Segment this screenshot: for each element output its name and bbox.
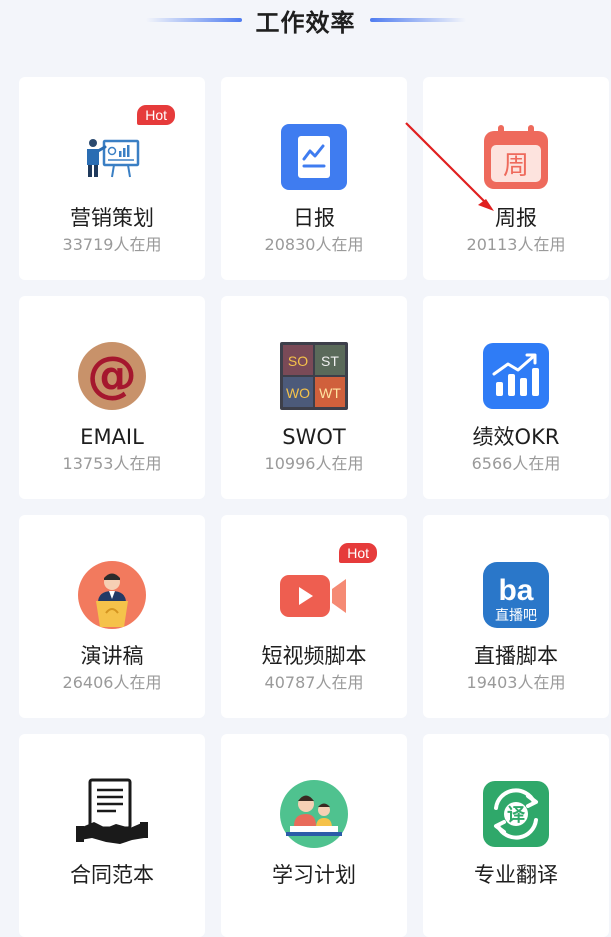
tool-card-translate[interactable]: 译 专业翻译 (423, 734, 609, 937)
video-camera-icon (278, 559, 350, 631)
tool-grid: Hot 营销策划 33719人在用 日报 20830人在用 周 周报 20113… (19, 77, 609, 937)
tool-name: 演讲稿 (80, 644, 144, 668)
contract-handshake-icon (76, 778, 148, 850)
tool-user-count: 20113人在用 (466, 235, 566, 254)
calendar-icon-text: 周 (503, 151, 529, 181)
tool-user-count: 26406人在用 (62, 673, 162, 692)
translate-icon-text: 译 (507, 805, 526, 826)
tool-card-marketing[interactable]: Hot 营销策划 33719人在用 (19, 77, 205, 280)
tool-card-okr[interactable]: 绩效OKR 6566人在用 (423, 296, 609, 499)
tool-name: 短视频脚本 (261, 644, 367, 668)
tool-card-speech[interactable]: 演讲稿 26406人在用 (19, 515, 205, 718)
daily-report-icon (278, 121, 350, 193)
speaker-podium-icon (76, 559, 148, 631)
growth-chart-icon (480, 340, 552, 412)
tool-card-swot[interactable]: SO ST WO WT SWOT 10996人在用 (221, 296, 407, 499)
tool-user-count: 40787人在用 (264, 673, 364, 692)
tool-user-count: 6566人在用 (471, 454, 561, 473)
tool-card-daily-report[interactable]: 日报 20830人在用 (221, 77, 407, 280)
tool-name: 专业翻译 (474, 863, 558, 887)
tool-user-count: 10996人在用 (264, 454, 364, 473)
tool-user-count: 33719人在用 (62, 235, 162, 254)
tool-card-email[interactable]: @ EMAIL 13753人在用 (19, 296, 205, 499)
swot-wo-label: WO (286, 385, 310, 401)
tool-user-count: 20830人在用 (264, 235, 364, 254)
header-decor-line-left (145, 18, 242, 22)
header-decor-line-right (369, 18, 466, 22)
tool-name: 日报 (293, 206, 335, 230)
live-stream-logo-subtext: 直播吧 (495, 607, 537, 624)
svg-text:@: @ (87, 346, 137, 404)
tool-card-weekly-report[interactable]: 周 周报 20113人在用 (423, 77, 609, 280)
tool-name: 绩效OKR (472, 425, 560, 449)
tool-name: 合同范本 (70, 863, 154, 887)
tool-name: 周报 (495, 206, 537, 230)
section-title: 工作效率 (255, 8, 356, 37)
tool-name: 学习计划 (272, 863, 356, 887)
tool-card-live-stream[interactable]: ba 直播吧 直播脚本 19403人在用 (423, 515, 609, 718)
section-header: 工作效率 (0, 0, 611, 40)
tool-name: SWOT (282, 425, 346, 449)
tool-name: 直播脚本 (474, 644, 558, 668)
tool-card-study-plan[interactable]: 学习计划 (221, 734, 407, 937)
tool-user-count: 19403人在用 (466, 673, 566, 692)
study-plan-icon (278, 778, 350, 850)
translate-icon: 译 (480, 778, 552, 850)
tool-card-contract[interactable]: 合同范本 (19, 734, 205, 937)
tool-name: 营销策划 (70, 206, 154, 230)
calendar-icon: 周 (480, 121, 552, 193)
live-stream-icon: ba 直播吧 (480, 559, 552, 631)
tool-user-count: 13753人在用 (62, 454, 162, 473)
swot-wt-label: WT (319, 385, 341, 401)
tool-name: EMAIL (80, 425, 144, 449)
presentation-board-icon (76, 121, 148, 193)
swot-st-label: ST (321, 353, 339, 369)
tool-card-short-video[interactable]: Hot 短视频脚本 40787人在用 (221, 515, 407, 718)
swot-so-label: SO (288, 353, 308, 369)
live-stream-logo-text: ba (498, 574, 533, 607)
email-at-icon: @ (76, 340, 148, 412)
swot-grid-icon: SO ST WO WT (278, 340, 350, 412)
